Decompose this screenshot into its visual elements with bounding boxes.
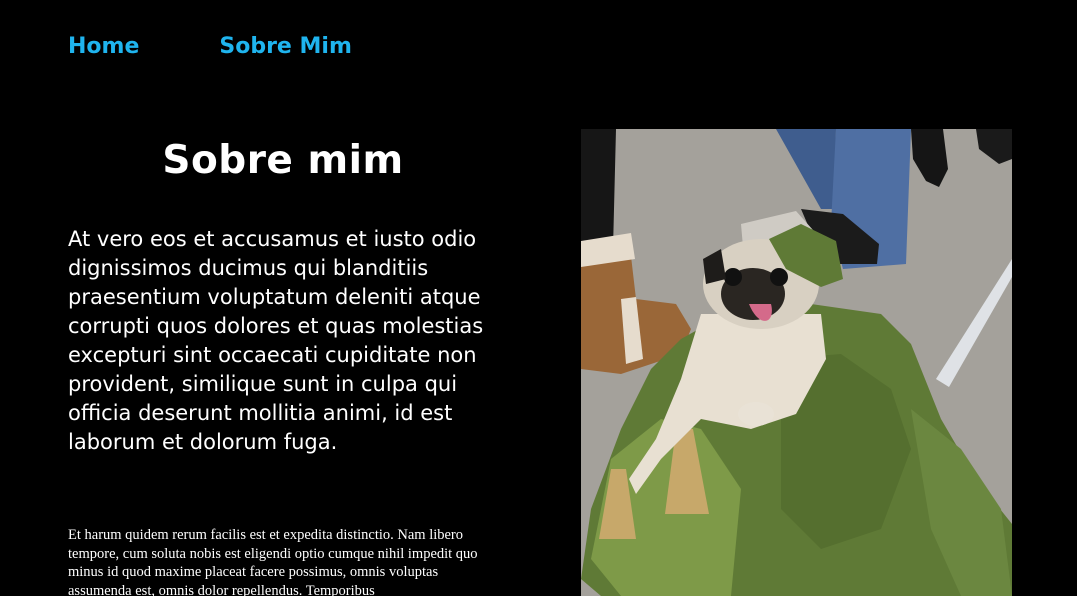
body-paragraph: Et harum quidem rerum facilis est et exp… [68,527,478,596]
nav-link-sobre-mim[interactable]: Sobre Mim [219,32,352,62]
page-title: Sobre mim [162,138,404,183]
pug-photo-illustration [581,129,1012,596]
main-nav: Home Sobre Mim [68,32,352,62]
lead-paragraph: At vero eos et accusamus et iusto odio d… [68,227,484,454]
pug-photo [581,129,1012,596]
nav-link-home[interactable]: Home [68,32,139,62]
